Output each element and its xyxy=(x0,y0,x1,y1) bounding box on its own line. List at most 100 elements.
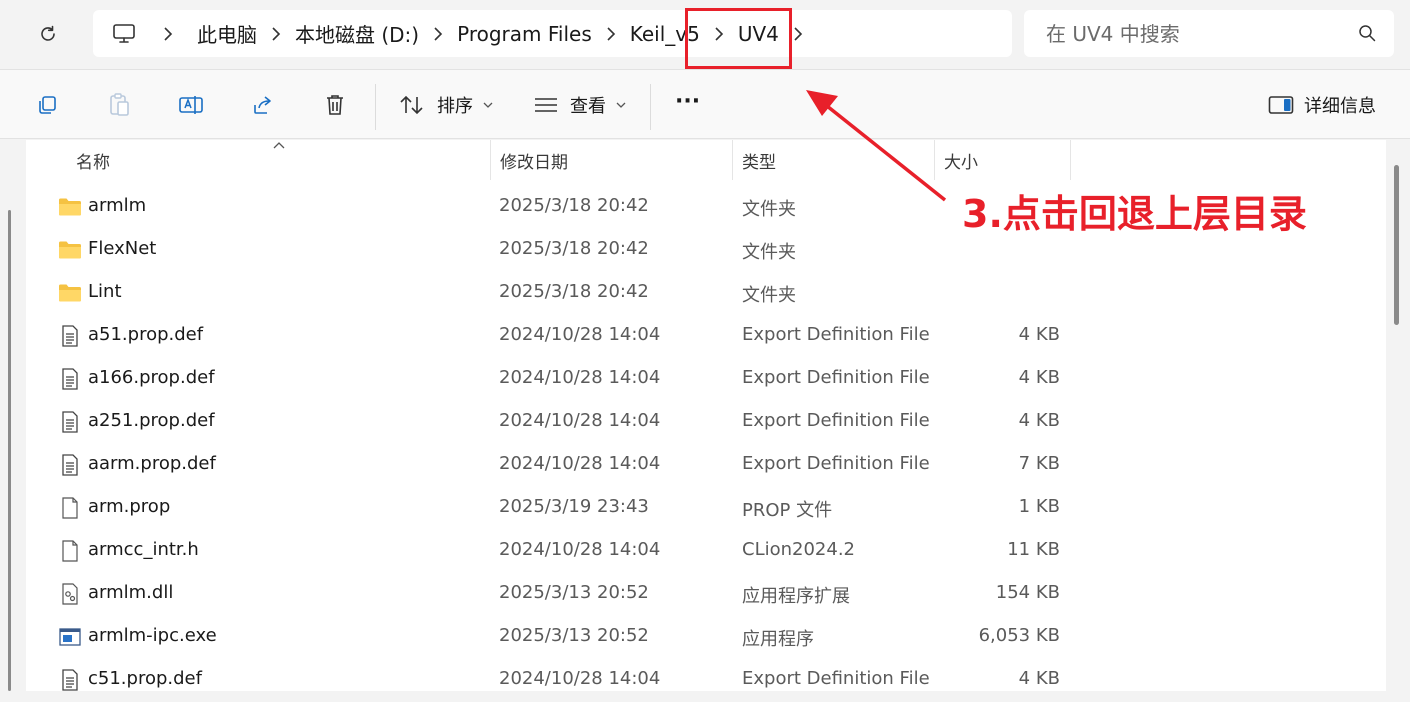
column-divider[interactable] xyxy=(732,140,733,180)
column-header-date[interactable]: 修改日期 xyxy=(500,140,732,180)
share-icon xyxy=(254,96,271,114)
file-size: 4 KB xyxy=(1018,668,1060,689)
text-file-icon xyxy=(58,411,82,433)
file-name: a51.prop.def xyxy=(88,324,204,345)
file-name: c51.prop.def xyxy=(88,668,202,689)
blank-file-icon xyxy=(58,497,82,519)
divider xyxy=(650,84,651,130)
file-type: Export Definition File xyxy=(742,668,930,689)
file-size: 154 KB xyxy=(995,582,1060,603)
file-date: 2025/3/18 20:42 xyxy=(499,195,649,216)
view-label: 查看 xyxy=(570,96,606,117)
column-header-size[interactable]: 大小 xyxy=(944,140,1070,180)
view-button[interactable]: 查看 xyxy=(534,92,626,118)
sort-icon xyxy=(400,95,423,115)
file-row[interactable]: a166.prop.def 2024/10/28 14:04 Export Defi… xyxy=(26,358,1386,401)
file-name: armlm xyxy=(88,195,147,216)
file-date: 2025/3/13 20:52 xyxy=(499,625,649,646)
chevron-right-icon[interactable] xyxy=(592,10,630,57)
column-header-type[interactable]: 类型 xyxy=(742,140,934,180)
file-row[interactable]: Lint 2025/3/18 20:42 文件夹 xyxy=(26,272,1386,315)
copy-button[interactable] xyxy=(32,90,62,120)
file-date: 2025/3/19 23:43 xyxy=(499,496,649,517)
file-row[interactable]: arm.prop 2025/3/19 23:43 PROP 文件 1 KB xyxy=(26,487,1386,530)
rename-button[interactable] xyxy=(176,90,206,120)
more-icon: ··· xyxy=(675,88,701,114)
paste-icon xyxy=(110,93,129,116)
delete-icon xyxy=(327,95,343,115)
file-row[interactable]: armlm-ipc.exe 2025/3/13 20:52 应用程序 6,053 KB xyxy=(26,616,1386,659)
column-divider[interactable] xyxy=(490,140,491,180)
file-date: 2025/3/18 20:42 xyxy=(499,238,649,259)
breadcrumb-this-pc[interactable]: 此电脑 xyxy=(197,19,257,48)
file-type: 应用程序 xyxy=(742,629,814,650)
sort-button[interactable]: 排序 xyxy=(399,92,493,118)
view-icon xyxy=(535,98,557,112)
file-date: 2024/10/28 14:04 xyxy=(499,668,661,689)
more-options-button[interactable]: ··· xyxy=(675,88,700,114)
chevron-down-icon xyxy=(483,102,493,108)
file-type: 文件夹 xyxy=(742,242,796,263)
folder-icon xyxy=(58,239,82,261)
search-input[interactable] xyxy=(1046,21,1346,46)
breadcrumb-local-disk[interactable]: 本地磁盘 (D:) xyxy=(295,19,419,48)
monitor-icon[interactable] xyxy=(111,21,137,47)
file-date: 2024/10/28 14:04 xyxy=(499,410,661,431)
breadcrumb-program-files[interactable]: Program Files xyxy=(457,22,592,46)
copy-icon xyxy=(39,96,56,114)
file-size: 1 KB xyxy=(1018,496,1060,517)
column-divider[interactable] xyxy=(1070,140,1071,180)
command-bar: 排序 查看 ··· 详细信息 xyxy=(0,69,1410,139)
file-type: 应用程序扩展 xyxy=(742,586,850,607)
paste-button[interactable] xyxy=(104,90,134,120)
file-type: Export Definition File xyxy=(742,453,930,474)
file-type: 文件夹 xyxy=(742,285,796,306)
file-type: PROP 文件 xyxy=(742,500,833,521)
file-name: a251.prop.def xyxy=(88,410,215,431)
file-row[interactable]: armlm.dll 2025/3/13 20:52 应用程序扩展 154 KB xyxy=(26,573,1386,616)
column-divider[interactable] xyxy=(934,140,935,180)
file-size: 4 KB xyxy=(1018,367,1060,388)
file-size: 11 KB xyxy=(1007,539,1060,560)
file-date: 2024/10/28 14:04 xyxy=(499,324,661,345)
file-row[interactable]: c51.prop.def 2024/10/28 14:04 Export Defin… xyxy=(26,659,1386,702)
file-date: 2024/10/28 14:04 xyxy=(499,539,661,560)
refresh-button[interactable] xyxy=(30,17,66,51)
column-header-name[interactable]: 名称 xyxy=(76,140,490,180)
search-icon[interactable] xyxy=(1358,24,1376,42)
text-file-icon xyxy=(58,368,82,390)
file-date: 2025/3/13 20:52 xyxy=(499,582,649,603)
chevron-right-icon[interactable] xyxy=(257,10,295,57)
nav-pane-scrollbar[interactable] xyxy=(8,210,11,691)
text-file-icon xyxy=(58,325,82,347)
file-name: FlexNet xyxy=(88,238,157,259)
address-bar[interactable]: 此电脑 本地磁盘 (D:) Program Files Keil_v5 UV4 xyxy=(93,10,1012,57)
delete-button[interactable] xyxy=(320,90,350,120)
file-size: 4 KB xyxy=(1018,324,1060,345)
chevron-down-icon xyxy=(616,102,626,108)
share-button[interactable] xyxy=(248,90,278,120)
text-file-icon xyxy=(58,454,82,476)
search-box[interactable] xyxy=(1024,10,1394,57)
file-row[interactable]: a251.prop.def 2024/10/28 14:04 Export Defi… xyxy=(26,401,1386,444)
divider xyxy=(375,84,376,130)
file-type: Export Definition File xyxy=(742,410,930,431)
file-name: arm.prop xyxy=(88,496,171,517)
chevron-right-icon[interactable] xyxy=(419,10,457,57)
file-row[interactable]: a51.prop.def 2024/10/28 14:04 Export Defin… xyxy=(26,315,1386,358)
blank-file-icon xyxy=(58,540,82,562)
file-name: Lint xyxy=(88,281,122,302)
file-row[interactable]: armcc_intr.h 2024/10/28 14:04 CLion2024.2 1… xyxy=(26,530,1386,573)
details-pane-button[interactable]: 详细信息 xyxy=(1268,92,1376,118)
file-row[interactable]: aarm.prop.def 2024/10/28 14:04 Export Defi… xyxy=(26,444,1386,487)
refresh-icon xyxy=(41,25,55,41)
folder-icon xyxy=(58,282,82,304)
text-file-icon xyxy=(58,669,82,691)
file-type: CLion2024.2 xyxy=(742,539,856,560)
chevron-right-icon[interactable] xyxy=(159,10,177,57)
file-list-scrollbar[interactable] xyxy=(1394,165,1399,325)
file-type: Export Definition File xyxy=(742,324,930,345)
file-date: 2025/3/18 20:42 xyxy=(499,281,649,302)
sort-label: 排序 xyxy=(437,96,473,117)
dll-file-icon xyxy=(58,583,82,605)
